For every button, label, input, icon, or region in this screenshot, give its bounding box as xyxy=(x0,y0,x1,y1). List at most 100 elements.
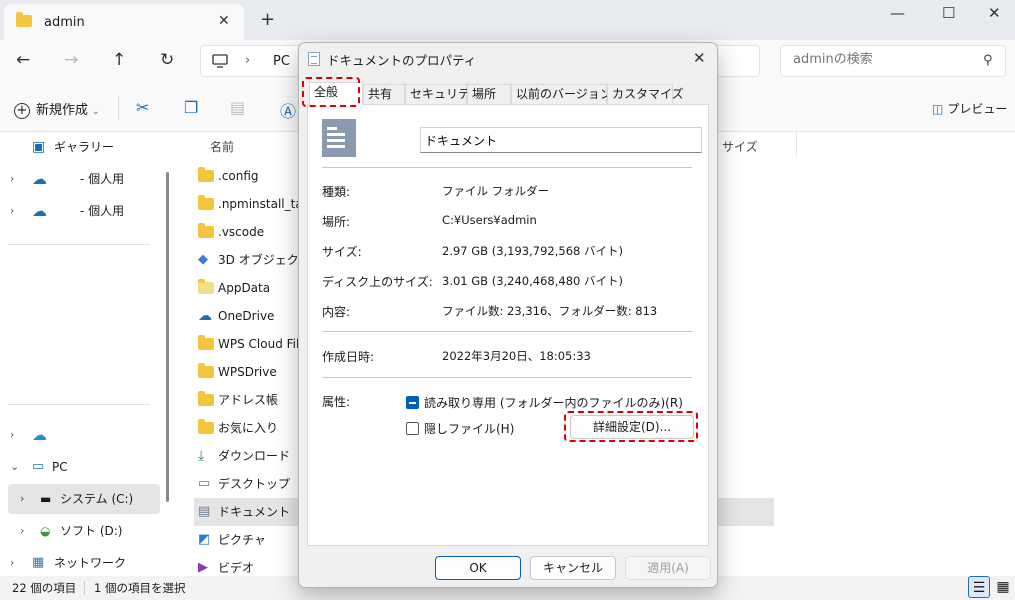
cloud-icon: ☁ xyxy=(198,308,212,324)
maximize-icon[interactable]: ☐ xyxy=(942,4,955,22)
plus-icon: + xyxy=(14,103,30,119)
gallery-icon: ▣ xyxy=(32,139,46,155)
created-label: 作成日時: xyxy=(322,350,375,364)
tab-customize[interactable]: カスタマイズ xyxy=(607,84,684,104)
rename-icon[interactable]: Ⓐ xyxy=(280,98,296,122)
folder-icon xyxy=(198,279,214,294)
divider xyxy=(322,377,692,378)
divider xyxy=(84,581,85,595)
hidden-checkbox[interactable]: 隠しファイル(H) xyxy=(406,420,514,437)
item-label: アドレス帳 xyxy=(218,393,279,407)
cloud-icon: ☁ xyxy=(32,426,47,444)
sidebar-item-label: ソフト (D:) xyxy=(60,524,123,538)
paste-icon[interactable]: ▤ xyxy=(230,98,245,117)
column-header-name[interactable]: 名前 xyxy=(210,138,234,155)
item-label: デスクトップ xyxy=(218,477,291,491)
computer-icon: ▭ xyxy=(32,459,45,474)
new-button[interactable]: + 新規作成 ⌄ xyxy=(14,99,100,119)
item-count: 22 個の項目 xyxy=(12,581,77,595)
created-value: 2022年3月20日、18:05:33 xyxy=(442,349,591,363)
chevron-right-icon[interactable]: › xyxy=(10,196,14,226)
forward-icon[interactable]: → xyxy=(64,50,78,70)
sidebar-item-label: システム (C:) xyxy=(60,492,134,506)
chevron-right-icon[interactable]: › xyxy=(20,484,24,514)
advanced-button[interactable]: 詳細設定(D)... xyxy=(570,415,694,439)
document-icon: ▤ xyxy=(198,504,211,519)
search-box[interactable]: ⚲ xyxy=(780,45,1006,77)
item-label: .config xyxy=(218,169,259,183)
document-icon xyxy=(308,52,320,66)
tiles-view-icon[interactable]: ▦ xyxy=(992,576,1014,598)
folder-icon xyxy=(198,419,214,434)
sidebar-item-network[interactable]: › ▦ ネットワーク xyxy=(8,548,160,578)
dialog-title: ドキュメントのプロパティ xyxy=(327,53,477,68)
folder-name-field[interactable] xyxy=(420,127,702,153)
network-icon: ▦ xyxy=(32,555,45,570)
tab-bar: admin ✕ + — ☐ ✕ xyxy=(0,0,1015,40)
folder-document-icon xyxy=(322,119,356,157)
chevron-right-icon[interactable]: › xyxy=(10,164,14,194)
tab-admin[interactable]: admin ✕ xyxy=(4,4,244,40)
column-header-size[interactable]: サイズ xyxy=(722,138,758,155)
scrollbar[interactable] xyxy=(166,172,169,502)
sidebar-item-onedrive-1[interactable]: › ☁ - 個人用 xyxy=(8,164,160,194)
size-label: サイズ: xyxy=(322,245,362,259)
tab-general[interactable]: 全般 xyxy=(309,82,363,105)
checkbox-indeterminate-icon xyxy=(406,396,419,409)
copy-icon[interactable]: ❐ xyxy=(184,98,198,117)
sidebar-item-pc[interactable]: ⌄ ▭ PC xyxy=(8,452,160,482)
contents-label: 内容: xyxy=(322,305,351,319)
minimize-icon[interactable]: — xyxy=(890,4,905,22)
item-label: ドキュメント xyxy=(218,505,291,519)
tab-security[interactable]: セキュリティ xyxy=(405,84,481,104)
search-input[interactable] xyxy=(793,52,973,67)
cancel-button[interactable]: キャンセル xyxy=(530,556,616,580)
checkbox-icon xyxy=(406,422,419,435)
close-icon[interactable]: ✕ xyxy=(693,49,706,67)
readonly-label: 読み取り専用 (フォルダー内のファイルのみ)(R) xyxy=(424,396,683,410)
folder-icon xyxy=(198,335,214,350)
preview-button[interactable]: ◫ プレビュー xyxy=(932,100,1007,117)
contents-value: ファイル数: 23,316、フォルダー数: 813 xyxy=(442,304,658,318)
size-on-disk-value: 3.01 GB (3,240,468,480 バイト) xyxy=(442,274,623,288)
back-icon[interactable]: ← xyxy=(16,50,30,70)
tab-previous-versions[interactable]: 以前のバージョン xyxy=(511,84,612,104)
sidebar-item-onedrive-2[interactable]: › ☁ - 個人用 xyxy=(8,196,160,226)
type-value: ファイル フォルダー xyxy=(442,184,550,198)
divider xyxy=(322,167,692,168)
readonly-checkbox[interactable]: 読み取り専用 (フォルダー内のファイルのみ)(R) xyxy=(406,394,683,411)
cloud-icon: ☁ xyxy=(32,202,47,220)
new-tab-button[interactable]: + xyxy=(260,9,275,30)
selected-count: 1 個の項目を選択 xyxy=(94,581,186,595)
folder-icon xyxy=(198,363,214,378)
sidebar-item-gallery[interactable]: ▣ ギャラリー xyxy=(8,132,160,162)
refresh-icon[interactable]: ↻ xyxy=(160,50,174,70)
preview-label: プレビュー xyxy=(947,102,1008,116)
folder-icon xyxy=(198,195,214,210)
tab-sharing[interactable]: 共有 xyxy=(363,84,405,104)
chevron-right-icon: › xyxy=(245,53,251,68)
breadcrumb-pc[interactable]: PC xyxy=(273,54,290,69)
sidebar-item-cloud[interactable]: › ☁ xyxy=(8,420,160,450)
cut-icon[interactable]: ✂ xyxy=(136,98,149,117)
details-view-icon[interactable]: ☰ xyxy=(968,576,990,598)
type-label: 種類: xyxy=(322,185,351,199)
sidebar-item-system-c[interactable]: › ▬ システム (C:) xyxy=(8,484,160,514)
divider xyxy=(796,132,797,156)
chevron-right-icon[interactable]: › xyxy=(20,516,24,546)
window-close-icon[interactable]: ✕ xyxy=(988,4,1001,22)
sidebar-item-soft-d[interactable]: › ◒ ソフト (D:) xyxy=(8,516,160,546)
item-label: WPS Cloud File xyxy=(218,337,298,351)
up-icon[interactable]: ↑ xyxy=(112,50,126,70)
ok-button[interactable]: OK xyxy=(435,556,521,580)
apply-button[interactable]: 適用(A) xyxy=(625,556,711,580)
divider xyxy=(118,96,119,120)
chevron-down-icon[interactable]: ⌄ xyxy=(10,452,19,482)
item-label: 3D オブジェクト xyxy=(218,253,298,267)
chevron-right-icon[interactable]: › xyxy=(10,420,14,450)
chevron-right-icon[interactable]: › xyxy=(10,548,14,578)
item-label: ピクチャ xyxy=(218,533,266,547)
sidebar-item-label: - 個人用 xyxy=(80,204,125,218)
tab-location[interactable]: 場所 xyxy=(467,84,511,104)
close-tab-icon[interactable]: ✕ xyxy=(218,13,230,29)
